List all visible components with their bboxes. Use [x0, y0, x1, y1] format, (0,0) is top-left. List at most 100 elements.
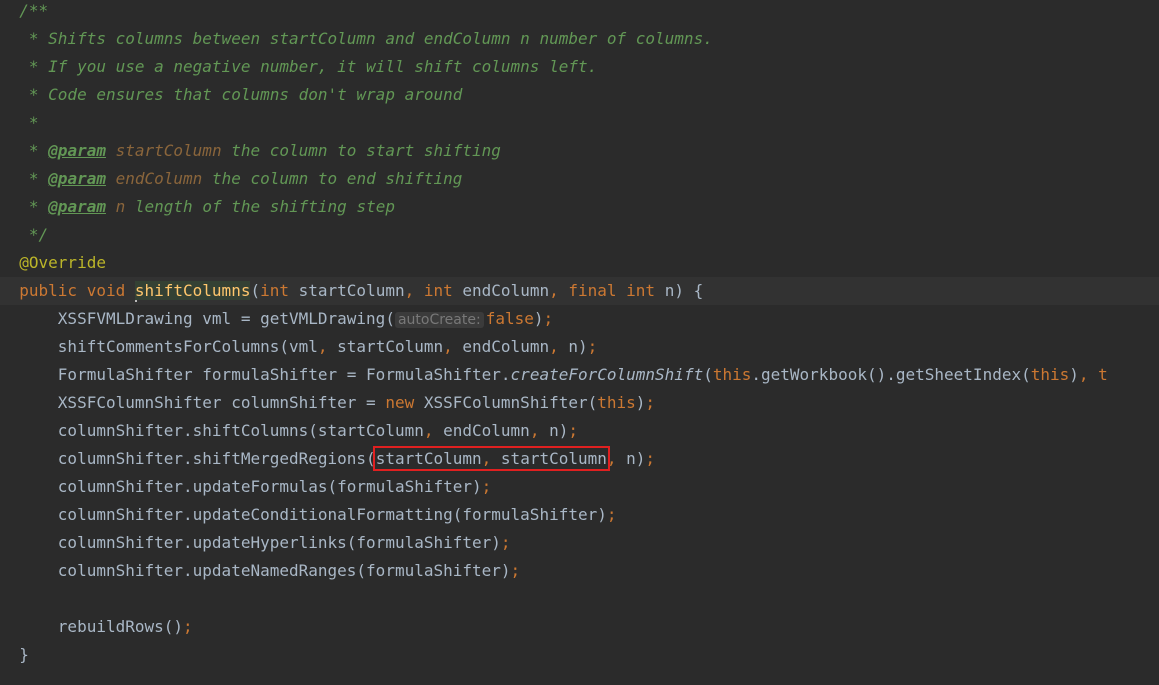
doc-comment: /** — [19, 1, 49, 20]
override-annotation[interactable]: @Override — [19, 253, 106, 272]
code-line[interactable]: * — [0, 109, 1159, 137]
code-line[interactable]: /** — [0, 0, 1159, 25]
comma: , — [317, 337, 338, 356]
code-token[interactable]: XSSFColumnShifter( — [414, 393, 597, 412]
keyword[interactable]: false — [486, 309, 534, 328]
semicolon: ; — [645, 449, 656, 468]
code-token[interactable]: shiftCommentsForColumns(vml — [19, 337, 318, 356]
code-line[interactable]: @Override — [0, 249, 1159, 277]
keyword[interactable]: int — [260, 281, 289, 300]
code-token[interactable]: columnShifter.updateConditionalFormattin… — [19, 505, 607, 524]
code-line[interactable]: XSSFColumnShifter columnShifter = new XS… — [0, 389, 1159, 417]
code-token[interactable]: columnShifter.updateHyperlinks(formulaSh… — [19, 533, 501, 552]
comma: , — [481, 449, 501, 468]
code-line[interactable]: columnShifter.updateNamedRanges(formulaS… — [0, 557, 1159, 585]
code-line[interactable]: * If you use a negative number, it will … — [0, 53, 1159, 81]
code-line[interactable]: * Shifts columns between startColumn and… — [0, 25, 1159, 53]
code-token[interactable]: XSSFVMLDrawing vml = getVMLDrawing( — [19, 309, 395, 328]
code-token[interactable]: n) — [549, 421, 568, 440]
javadoc-param-name[interactable]: n — [116, 197, 126, 216]
code-line[interactable]: * Code ensures that columns don't wrap a… — [0, 81, 1159, 109]
code-token[interactable]: endColumn — [462, 337, 549, 356]
code-editor[interactable]: /** * Shifts columns between startColumn… — [0, 0, 1159, 685]
method-name-shiftColumns[interactable]: shiftColumns — [134, 281, 251, 300]
code-token[interactable]: columnShifter.updateNamedRanges(formulaS… — [19, 561, 511, 580]
code-line[interactable]: columnShifter.shiftMergedRegions(startCo… — [0, 445, 1159, 473]
code-token: ) — [1069, 365, 1079, 384]
semicolon: ; — [510, 561, 521, 580]
keyword[interactable]: this — [713, 365, 752, 384]
javadoc-param-desc: the column to end shifting — [202, 169, 463, 188]
keyword[interactable]: new — [385, 393, 414, 412]
semicolon: ; — [183, 617, 193, 636]
code-token: ) — [533, 309, 544, 328]
javadoc-param-name[interactable]: startColumn — [116, 141, 222, 160]
keyword[interactable]: final int — [568, 281, 655, 300]
doc-comment-star: * — [19, 141, 49, 160]
javadoc-param-desc: the column to start shifting — [221, 141, 501, 160]
comma: , — [443, 337, 463, 356]
code-line[interactable]: * @param endColumn the column to end shi… — [0, 165, 1159, 193]
code-token[interactable]: columnShifter.updateFormulas(formulaShif… — [19, 477, 482, 496]
code-line[interactable]: FormulaShifter formulaShifter = FormulaS… — [0, 361, 1159, 389]
code-line-empty[interactable] — [0, 585, 1159, 613]
arg-startColumn-duplicate[interactable]: startColumn — [501, 449, 607, 468]
code-line[interactable]: rebuildRows(); — [0, 613, 1159, 641]
semicolon: ; — [481, 477, 492, 496]
code-line[interactable]: } — [0, 641, 1159, 669]
code-line[interactable]: columnShifter.shiftColumns(startColumn, … — [0, 417, 1159, 445]
comma: , — [606, 449, 627, 468]
semicolon: ; — [543, 309, 554, 328]
keyword[interactable]: this — [1031, 365, 1070, 384]
doc-comment: * Code ensures that columns don't wrap a… — [19, 85, 463, 104]
javadoc-param-tag[interactable]: @param — [48, 197, 106, 216]
doc-comment: * Shifts columns between startColumn and… — [19, 29, 713, 48]
javadoc-param-name[interactable]: endColumn — [116, 169, 203, 188]
comma: , — [423, 421, 444, 440]
javadoc-param-tag[interactable]: @param — [48, 169, 106, 188]
semicolon: ; — [500, 533, 511, 552]
comma: , — [549, 337, 569, 356]
code-line-current[interactable]: public void shiftColumns(int startColumn… — [0, 277, 1159, 305]
code-token[interactable]: columnShifter.shiftColumns(startColumn — [19, 421, 424, 440]
code-line[interactable]: columnShifter.updateFormulas(formulaShif… — [0, 473, 1159, 501]
keyword[interactable]: public void — [19, 281, 135, 300]
comma: , — [1078, 365, 1099, 384]
code-token[interactable]: FormulaShifter formulaShifter = FormulaS… — [19, 365, 511, 384]
doc-comment: * — [19, 113, 39, 132]
arg-startColumn[interactable]: startColumn — [376, 449, 482, 468]
semicolon: ; — [606, 505, 617, 524]
static-method-call[interactable]: createForColumnShift — [511, 365, 704, 384]
doc-comment: * If you use a negative number, it will … — [19, 57, 598, 76]
code-token[interactable]: .getWorkbook().getSheetIndex( — [751, 365, 1030, 384]
doc-comment-star: * — [19, 169, 49, 188]
code-line[interactable]: XSSFVMLDrawing vml = getVMLDrawing(autoC… — [0, 305, 1159, 333]
keyword[interactable]: int — [424, 281, 453, 300]
code-line[interactable]: columnShifter.updateConditionalFormattin… — [0, 501, 1159, 529]
param-n[interactable]: n) { — [655, 281, 704, 300]
parameter-hint: autoCreate: — [394, 312, 484, 328]
code-token[interactable]: rebuildRows() — [19, 617, 183, 636]
code-line[interactable]: shiftCommentsForColumns(vml, startColumn… — [0, 333, 1159, 361]
code-token[interactable]: t — [1098, 365, 1108, 384]
code-line[interactable]: * @param startColumn the column to start… — [0, 137, 1159, 165]
semicolon: ; — [568, 421, 578, 440]
param-startColumn[interactable]: startColumn — [289, 281, 405, 300]
comma: , — [404, 281, 424, 300]
keyword[interactable]: this — [597, 393, 636, 412]
code-line[interactable]: columnShifter.updateHyperlinks(formulaSh… — [0, 529, 1159, 557]
code-token[interactable]: columnShifter.shiftMergedRegions( — [19, 449, 376, 468]
code-token[interactable]: startColumn — [337, 337, 443, 356]
code-token[interactable]: endColumn — [443, 421, 530, 440]
closing-brace[interactable]: } — [19, 645, 29, 664]
param-endColumn[interactable]: endColumn — [453, 281, 549, 300]
javadoc-param-tag[interactable]: @param — [48, 141, 106, 160]
code-line[interactable]: */ — [0, 221, 1159, 249]
code-token[interactable]: n) — [626, 449, 645, 468]
code-token[interactable]: n) — [568, 337, 587, 356]
highlighted-arguments-box[interactable]: startColumn, startColumn — [372, 446, 610, 471]
doc-comment-star: * — [19, 197, 49, 216]
code-line[interactable]: * @param n length of the shifting step — [0, 193, 1159, 221]
code-token[interactable]: XSSFColumnShifter columnShifter = — [19, 393, 385, 412]
code-token: ( — [250, 281, 261, 300]
